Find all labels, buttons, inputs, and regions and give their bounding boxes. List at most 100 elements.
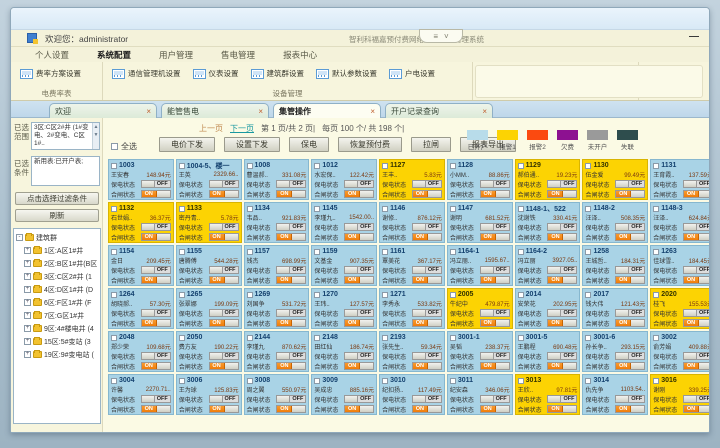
baodian-toggle[interactable]: OFF [276, 180, 306, 188]
baodian-toggle[interactable]: OFF [141, 395, 171, 403]
card-checkbox[interactable] [179, 206, 185, 212]
hezha-toggle[interactable]: ON [412, 190, 442, 198]
meter-card[interactable]: 1131 王育霞.. 137.59元 保电状态 OFF 合闸状 [650, 159, 710, 200]
card-checkbox[interactable] [247, 335, 253, 341]
minimize-icon[interactable]: — [689, 31, 699, 42]
close-icon[interactable]: × [146, 107, 151, 116]
meter-card[interactable]: 1258 王城哲.. 184.31元 保电状态 OFF 合闸状 [582, 245, 648, 286]
hezha-toggle[interactable]: ON [480, 319, 510, 327]
document-tab[interactable]: 能管售电 × [161, 103, 269, 118]
baodian-toggle[interactable]: OFF [344, 223, 374, 231]
hezha-toggle[interactable]: ON [141, 405, 171, 413]
baodian-toggle[interactable]: OFF [412, 352, 442, 360]
card-checkbox[interactable] [314, 249, 320, 255]
hezha-toggle[interactable]: ON [141, 190, 171, 198]
card-checkbox[interactable] [653, 206, 659, 212]
hezha-toggle[interactable]: ON [141, 319, 171, 327]
meter-card[interactable]: 3006 王为球 125.83元 保电状态 OFF 合闸状态 [176, 374, 242, 415]
baodian-toggle[interactable]: OFF [209, 266, 239, 274]
meter-card[interactable]: 1127 王丰.. 5.83元 保电状态 OFF 合闸状态 [379, 159, 445, 200]
expand-plus-icon[interactable]: + [24, 351, 31, 358]
meter-card[interactable]: 1271 李秀永 533.82元 保电状态 OFF 合闸状态 [379, 288, 445, 329]
card-checkbox[interactable] [111, 335, 117, 341]
menu-item[interactable]: 售电管理 [207, 47, 269, 62]
card-checkbox[interactable] [314, 206, 320, 212]
ribbon-collapse-pill[interactable]: ≡˅ [419, 29, 463, 43]
expand-plus-icon[interactable]: + [24, 299, 31, 306]
hezha-toggle[interactable]: ON [344, 276, 374, 284]
hezha-toggle[interactable]: ON [480, 276, 510, 284]
card-checkbox[interactable] [585, 335, 591, 341]
meter-card[interactable]: 2048 郑少荣 109.68元 保电状态 OFF 合闸状态 [108, 331, 174, 372]
card-checkbox[interactable] [653, 335, 659, 341]
hezha-toggle[interactable]: ON [209, 362, 239, 370]
baodian-toggle[interactable]: OFF [276, 266, 306, 274]
card-checkbox[interactable] [382, 292, 388, 298]
card-checkbox[interactable] [111, 292, 117, 298]
baodian-toggle[interactable]: OFF [141, 180, 171, 188]
hezha-toggle[interactable]: ON [344, 362, 374, 370]
hezha-toggle[interactable]: ON [412, 362, 442, 370]
tree-item[interactable]: + 4区:D区1#井 (D [16, 283, 100, 296]
tree-item[interactable]: + 19区:9#变电站 ( [16, 348, 100, 361]
hezha-toggle[interactable]: ON [412, 233, 442, 241]
baodian-toggle[interactable]: OFF [547, 223, 577, 231]
baodian-toggle[interactable]: OFF [141, 223, 171, 231]
baodian-toggle[interactable]: OFF [547, 309, 577, 317]
hezha-toggle[interactable]: ON [615, 190, 645, 198]
action-button[interactable]: 拉闸 [411, 137, 451, 152]
card-checkbox[interactable] [585, 163, 591, 169]
card-checkbox[interactable] [247, 163, 253, 169]
expand-plus-icon[interactable]: + [24, 338, 31, 345]
hezha-toggle[interactable]: ON [276, 319, 306, 327]
card-checkbox[interactable] [111, 206, 117, 212]
meter-card[interactable]: 1264 胡晓郝.. 57.30元 保电状态 OFF 合闸状态 [108, 288, 174, 329]
ribbon-button[interactable]: 仪表设置 [190, 66, 242, 81]
meter-card[interactable]: 1159 文基金 907.35元 保电状态 OFF 合闸状态 [311, 245, 377, 286]
hezha-toggle[interactable]: ON [615, 362, 645, 370]
meter-card[interactable]: 1265 张翠娜 199.09元 保电状态 OFF 合闸状态 [176, 288, 242, 329]
hezha-toggle[interactable]: ON [547, 233, 577, 241]
baodian-toggle[interactable]: OFF [209, 395, 239, 403]
meter-card[interactable]: 3014 仇先争 1103.54.. 保电状态 OFF 合闸状 [582, 374, 648, 415]
tree-item[interactable]: + 15区:5#变站 (3 [16, 335, 100, 348]
baodian-toggle[interactable]: OFF [344, 180, 374, 188]
baodian-toggle[interactable]: OFF [412, 180, 442, 188]
baodian-toggle[interactable]: OFF [141, 352, 171, 360]
meter-card[interactable]: 1157 钱杰 698.99元 保电状态 OFF 合闸状态 [244, 245, 310, 286]
hezha-toggle[interactable]: ON [412, 276, 442, 284]
select-all[interactable]: 全选 [111, 141, 137, 152]
baodian-toggle[interactable]: OFF [615, 266, 645, 274]
meter-card[interactable]: 1012 水宏保.. 122.42元 保电状态 OFF 合闸状 [311, 159, 377, 200]
baodian-toggle[interactable]: OFF [209, 223, 239, 231]
close-icon[interactable]: × [370, 107, 375, 116]
baodian-toggle[interactable]: OFF [547, 266, 577, 274]
meter-card[interactable]: 1154 金日 209.45元 保电状态 OFF 合闸状态 [108, 245, 174, 286]
card-checkbox[interactable] [585, 249, 591, 255]
hezha-toggle[interactable]: ON [480, 233, 510, 241]
card-checkbox[interactable] [314, 335, 320, 341]
meter-card[interactable]: 1161 覃美花 367.17元 保电状态 OFF 合闸状态 [379, 245, 445, 286]
card-checkbox[interactable] [518, 206, 524, 212]
meter-card[interactable]: 2193 张先生.. 59.34元 保电状态 OFF 合闸状态 [379, 331, 445, 372]
meter-card[interactable]: 1164-2 冯立丽 3927.05.. 保电状态 OFF 合 [515, 245, 581, 286]
baodian-toggle[interactable]: OFF [344, 352, 374, 360]
baodian-toggle[interactable]: OFF [615, 309, 645, 317]
hezha-toggle[interactable]: ON [615, 233, 645, 241]
baodian-toggle[interactable]: OFF [615, 180, 645, 188]
card-checkbox[interactable] [518, 335, 524, 341]
card-checkbox[interactable] [382, 206, 388, 212]
card-checkbox[interactable] [247, 249, 253, 255]
card-checkbox[interactable] [518, 292, 524, 298]
hezha-toggle[interactable]: ON [276, 190, 306, 198]
baodian-toggle[interactable]: OFF [480, 309, 510, 317]
baodian-toggle[interactable]: OFF [344, 266, 374, 274]
meter-card[interactable]: 3010 纪扣扬.. 117.49元 保电状态 OFF 合闸状 [379, 374, 445, 415]
hezha-toggle[interactable]: ON [547, 190, 577, 198]
card-checkbox[interactable] [382, 249, 388, 255]
hezha-toggle[interactable]: ON [412, 405, 442, 413]
meter-card[interactable]: 2014 安荣花 202.95元 保电状态 OFF 合闸状态 [515, 288, 581, 329]
meter-card[interactable]: 1263 佳球雪.. 184.45元 保电状态 OFF 合闸状 [650, 245, 710, 286]
hezha-toggle[interactable]: ON [209, 405, 239, 413]
meter-card[interactable]: 2050 费方友 190.22元 保电状态 OFF 合闸状态 [176, 331, 242, 372]
